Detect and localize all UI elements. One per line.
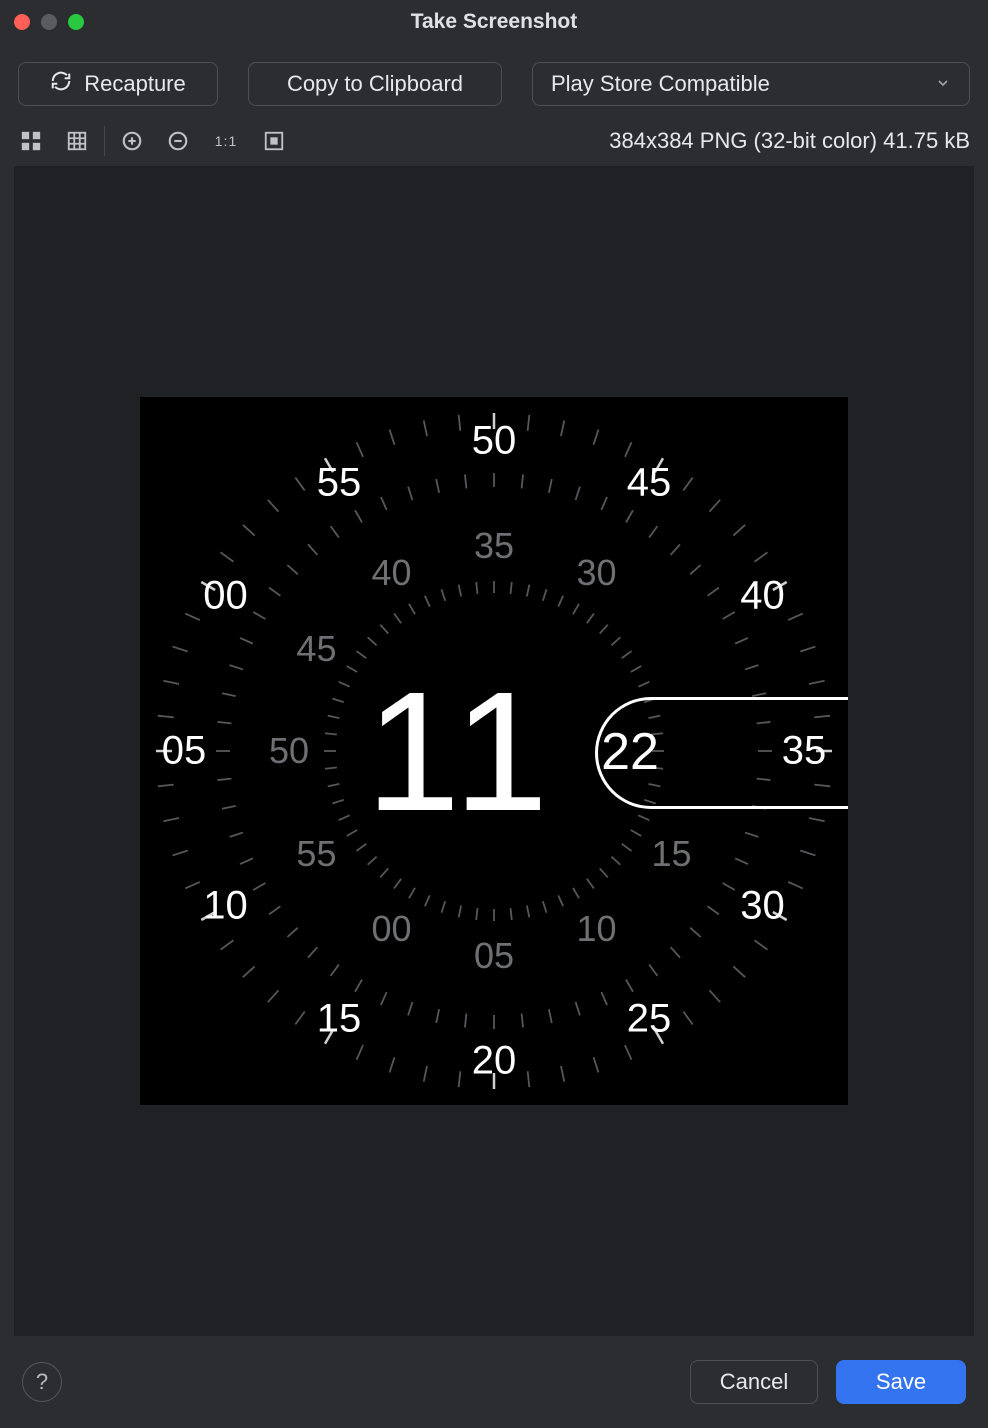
inner-dial-number: 40: [371, 552, 411, 594]
outer-dial-number: 40: [740, 574, 785, 619]
outer-dial-number: 55: [317, 460, 362, 505]
preview-area: 35 30 25 20 15 10 05 00 55 50 45 40 15 10 05 00 55 50 45 40…: [14, 166, 974, 1336]
grid-icon[interactable]: [64, 128, 90, 154]
actual-size-icon[interactable]: 1:1: [211, 128, 241, 154]
outer-dial-number: 10: [203, 884, 248, 929]
copy-clipboard-button[interactable]: Copy to Clipboard: [248, 62, 502, 106]
minimize-window-button[interactable]: [41, 14, 57, 30]
image-info: 384x384 PNG (32-bit color) 41.75 kB: [609, 128, 970, 154]
save-label: Save: [876, 1369, 926, 1395]
save-button[interactable]: Save: [836, 1360, 966, 1404]
inner-dial-number: 30: [576, 552, 616, 594]
inner-dial-number: 10: [576, 908, 616, 950]
window-controls: [14, 14, 84, 30]
zoom-window-button[interactable]: [68, 14, 84, 30]
outer-dial-number: 15: [317, 997, 362, 1042]
recapture-label: Recapture: [84, 71, 186, 97]
inner-dial-number: 15: [652, 833, 692, 875]
fit-screen-icon[interactable]: [18, 128, 44, 154]
recapture-button[interactable]: Recapture: [18, 62, 218, 106]
zoom-in-icon[interactable]: [119, 128, 145, 154]
outer-dial-number: 30: [740, 884, 785, 929]
outer-dial-number: 50: [472, 419, 517, 464]
outer-dial-number: 00: [203, 574, 248, 619]
outer-dial-number: 20: [472, 1039, 517, 1084]
inner-dial-number: 05: [474, 935, 514, 977]
inner-dial-number: 50: [269, 730, 309, 772]
cancel-button[interactable]: Cancel: [690, 1360, 818, 1404]
compatibility-dropdown[interactable]: Play Store Compatible: [532, 62, 970, 106]
zoom-out-icon[interactable]: [165, 128, 191, 154]
action-toolbar: Recapture Copy to Clipboard Play Store C…: [0, 44, 988, 116]
separator: [104, 126, 105, 156]
inner-dial-number: 35: [474, 525, 514, 567]
screenshot-preview: 35 30 25 20 15 10 05 00 55 50 45 40 15 10 05 00 55 50 45 40…: [140, 397, 848, 1105]
outer-dial-number: 25: [627, 997, 672, 1042]
center-minute: 22: [601, 722, 659, 782]
help-button[interactable]: ?: [22, 1362, 62, 1402]
dropdown-selected: Play Store Compatible: [551, 71, 770, 97]
cancel-label: Cancel: [720, 1369, 788, 1395]
refresh-icon: [50, 70, 72, 98]
focus-frame-icon[interactable]: [261, 128, 287, 154]
inner-dial-number: 00: [371, 908, 411, 950]
footer-bar: ? Cancel Save: [0, 1336, 988, 1428]
outer-dial-number: 05: [162, 729, 207, 774]
preview-toolbar: 1:1 384x384 PNG (32-bit color) 41.75 kB: [0, 116, 988, 166]
titlebar: Take Screenshot: [0, 0, 988, 44]
inner-dial-number: 55: [296, 833, 336, 875]
close-window-button[interactable]: [14, 14, 30, 30]
copy-clipboard-label: Copy to Clipboard: [287, 71, 463, 97]
outer-dial-number: 45: [627, 460, 672, 505]
inner-dial-number: 45: [296, 628, 336, 670]
chevron-down-icon: [935, 71, 951, 97]
window-title: Take Screenshot: [0, 10, 988, 34]
center-hour: 11: [366, 654, 554, 850]
